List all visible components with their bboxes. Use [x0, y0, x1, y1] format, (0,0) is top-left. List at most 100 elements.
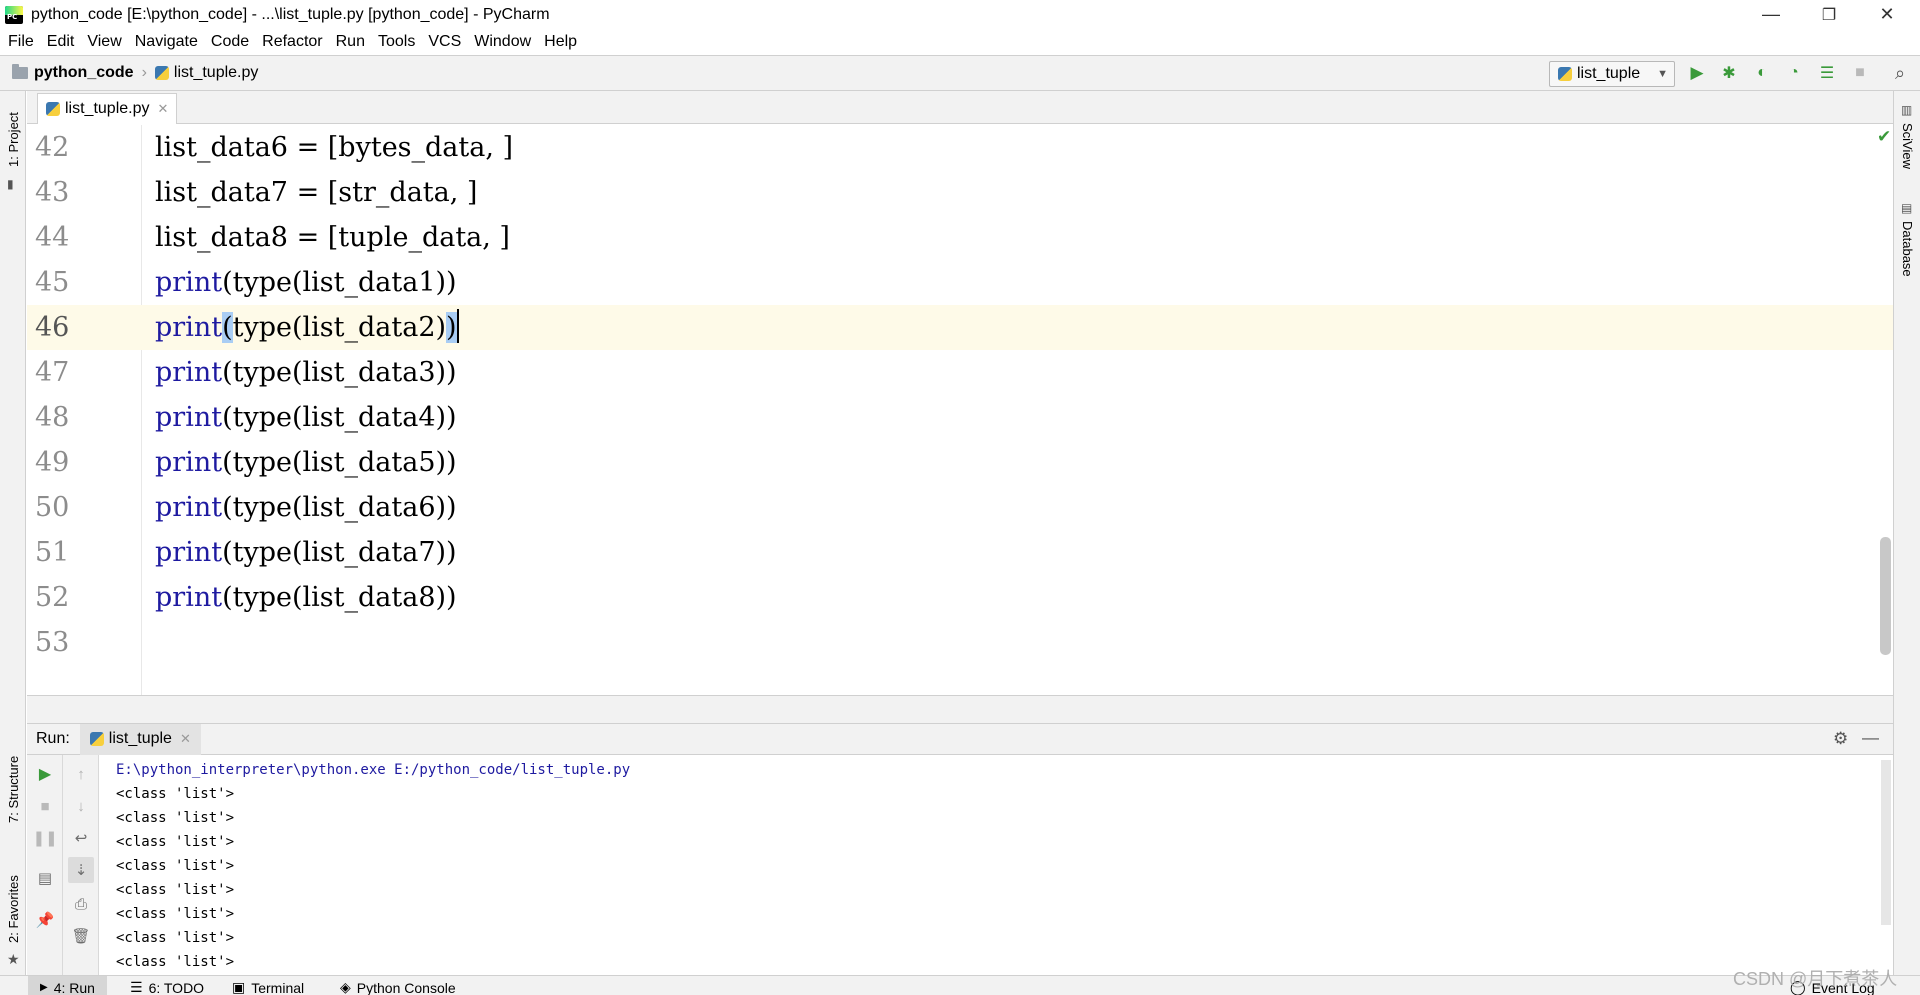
- code-line[interactable]: 43 list_data7 = [str_data, ]: [27, 170, 1893, 215]
- code-text: print(type(list_data6)): [155, 485, 457, 530]
- print-icon[interactable]: ⎙: [70, 893, 92, 915]
- pin-icon[interactable]: 📌: [34, 909, 56, 931]
- code-line[interactable]: 42 list_data6 = [bytes_data, ]: [27, 125, 1893, 170]
- concurrency-icon[interactable]: ☰: [1816, 62, 1838, 84]
- close-button[interactable]: ✕: [1858, 0, 1916, 29]
- status-tab-label: Terminal: [251, 979, 305, 995]
- code-rest: (type(list_data3)): [222, 357, 457, 388]
- menu-run[interactable]: Run: [336, 33, 365, 51]
- restore-button[interactable]: ❐: [1800, 0, 1858, 29]
- run-tab-label: list_tuple: [108, 730, 172, 747]
- code-editor[interactable]: ✔ 42 list_data6 = [bytes_data, ] 43 list…: [27, 125, 1893, 695]
- console-command: E:\python_interpreter\python.exe E:/pyth…: [116, 762, 631, 778]
- arrow-down-icon[interactable]: ↓: [70, 795, 92, 817]
- search-icon[interactable]: ⌕: [1889, 62, 1911, 84]
- close-tab-icon[interactable]: ✕: [180, 731, 191, 747]
- editor-tab-list-tuple[interactable]: list_tuple.py ✕: [37, 93, 178, 124]
- status-tab-terminal[interactable]: ▣ Terminal: [232, 979, 304, 995]
- stop-icon[interactable]: ■: [34, 795, 56, 817]
- left-tool-strip: 1: Project 7: Structure 2: Favorites ▮ ★: [0, 91, 26, 975]
- menu-tools[interactable]: Tools: [378, 33, 415, 51]
- right-tool-strip: ▥ SciView ▤ Database: [1893, 91, 1920, 975]
- code-text: print(type(list_data2)): [155, 305, 459, 350]
- chevron-down-icon: ▼: [1657, 68, 1668, 80]
- breadcrumb-project[interactable]: python_code: [34, 64, 134, 82]
- run-tab-list-tuple[interactable]: list_tuple ✕: [79, 723, 201, 755]
- coverage-icon[interactable]: ◐: [1751, 62, 1773, 84]
- code-line[interactable]: 53: [27, 620, 1893, 665]
- menu-navigate[interactable]: Navigate: [135, 33, 198, 51]
- menu-window[interactable]: Window: [474, 33, 531, 51]
- line-number: 52: [35, 582, 70, 613]
- code-line[interactable]: 47 print(type(list_data3)): [27, 350, 1893, 395]
- code-rest: (type(list_data6)): [222, 492, 457, 523]
- keyword-print: print: [155, 357, 223, 388]
- title-bar: PC python_code [E:\python_code] - ...\li…: [0, 0, 1920, 29]
- code-line[interactable]: 51 print(type(list_data7)): [27, 530, 1893, 575]
- menu-vcs[interactable]: VCS: [428, 33, 461, 51]
- profile-icon[interactable]: ◔: [1783, 62, 1805, 84]
- run-console[interactable]: E:\python_interpreter\python.exe E:/pyth…: [100, 755, 1880, 975]
- console-output-line: <class 'list'>: [116, 810, 235, 826]
- code-line[interactable]: 44 list_data8 = [tuple_data, ]: [27, 215, 1893, 260]
- code-text: print(type(list_data3)): [155, 350, 457, 395]
- run-icon[interactable]: ▶: [1686, 62, 1708, 84]
- minimize-button[interactable]: —: [1742, 0, 1800, 29]
- terminal-icon: ▣: [232, 979, 246, 995]
- soft-wrap-icon[interactable]: ↩: [70, 827, 92, 849]
- menu-view[interactable]: View: [87, 33, 121, 51]
- code-rest: (type(list_data7)): [222, 537, 457, 568]
- run-configuration-select[interactable]: list_tuple ▼: [1549, 61, 1675, 87]
- keyword-print: print: [155, 312, 223, 343]
- database-icon: ▤: [1901, 201, 1913, 215]
- code-text: print(type(list_data4)): [155, 395, 457, 440]
- line-number: 46: [35, 312, 70, 343]
- console-scrollbar[interactable]: [1881, 760, 1891, 925]
- console-output-line: <class 'list'>: [116, 858, 235, 874]
- gear-icon[interactable]: ⚙: [1833, 729, 1848, 749]
- code-line-current[interactable]: 46 print(type(list_data2)): [27, 305, 1893, 350]
- rerun-icon[interactable]: ▶: [34, 763, 56, 785]
- editor-scrollbar[interactable]: [1880, 537, 1891, 655]
- code-line[interactable]: 45 print(type(list_data1)): [27, 260, 1893, 305]
- star-icon: ★: [7, 951, 20, 967]
- code-rest: (type(list_data1)): [222, 267, 457, 298]
- trash-icon[interactable]: 🗑: [70, 925, 92, 947]
- scroll-to-end-icon[interactable]: ⇣: [68, 857, 94, 883]
- tool-project[interactable]: 1: Project: [6, 112, 21, 167]
- menu-code[interactable]: Code: [211, 33, 249, 51]
- status-tab-label: Python Console: [356, 979, 456, 995]
- code-line[interactable]: 48 print(type(list_data4)): [27, 395, 1893, 440]
- code-text: list_data6 = [bytes_data, ]: [155, 132, 514, 163]
- arrow-up-icon[interactable]: ↑: [70, 763, 92, 785]
- watermark: CSDN @月下煮茶人: [1733, 969, 1898, 989]
- hide-panel-icon[interactable]: —: [1862, 728, 1879, 748]
- code-rest: (type(list_data4)): [222, 402, 457, 433]
- status-tab-todo[interactable]: ☰ 6: TODO: [130, 979, 204, 995]
- menu-file[interactable]: File: [8, 33, 34, 51]
- debug-icon[interactable]: ✱: [1718, 62, 1740, 84]
- menu-edit[interactable]: Edit: [47, 33, 75, 51]
- code-rest: (type(list_data8)): [222, 582, 457, 613]
- status-tab-python-console[interactable]: ◈ Python Console: [340, 979, 456, 995]
- matched-paren: ): [446, 312, 457, 343]
- keyword-print: print: [155, 492, 223, 523]
- code-line[interactable]: 52 print(type(list_data8)): [27, 575, 1893, 620]
- todo-icon: ☰: [130, 979, 143, 995]
- status-tab-run[interactable]: ▶ 4: Run: [28, 976, 107, 995]
- restore-layout-icon[interactable]: ▤: [34, 867, 56, 889]
- tool-favorites[interactable]: 2: Favorites: [6, 875, 21, 943]
- tool-database[interactable]: Database: [1900, 221, 1915, 277]
- menu-refactor[interactable]: Refactor: [262, 33, 322, 51]
- code-line[interactable]: 50 print(type(list_data6)): [27, 485, 1893, 530]
- pause-icon[interactable]: ❚❚: [32, 827, 57, 849]
- code-text: print(type(list_data1)): [155, 260, 457, 305]
- tool-sciview[interactable]: SciView: [1900, 123, 1915, 169]
- close-tab-icon[interactable]: ✕: [158, 101, 169, 117]
- breadcrumb-file[interactable]: list_tuple.py: [174, 64, 259, 82]
- menu-help[interactable]: Help: [544, 33, 577, 51]
- stop-icon[interactable]: ■: [1849, 62, 1871, 84]
- code-line[interactable]: 49 print(type(list_data5)): [27, 440, 1893, 485]
- tool-structure[interactable]: 7: Structure: [6, 756, 21, 823]
- pycharm-logo-icon: PC: [5, 5, 23, 24]
